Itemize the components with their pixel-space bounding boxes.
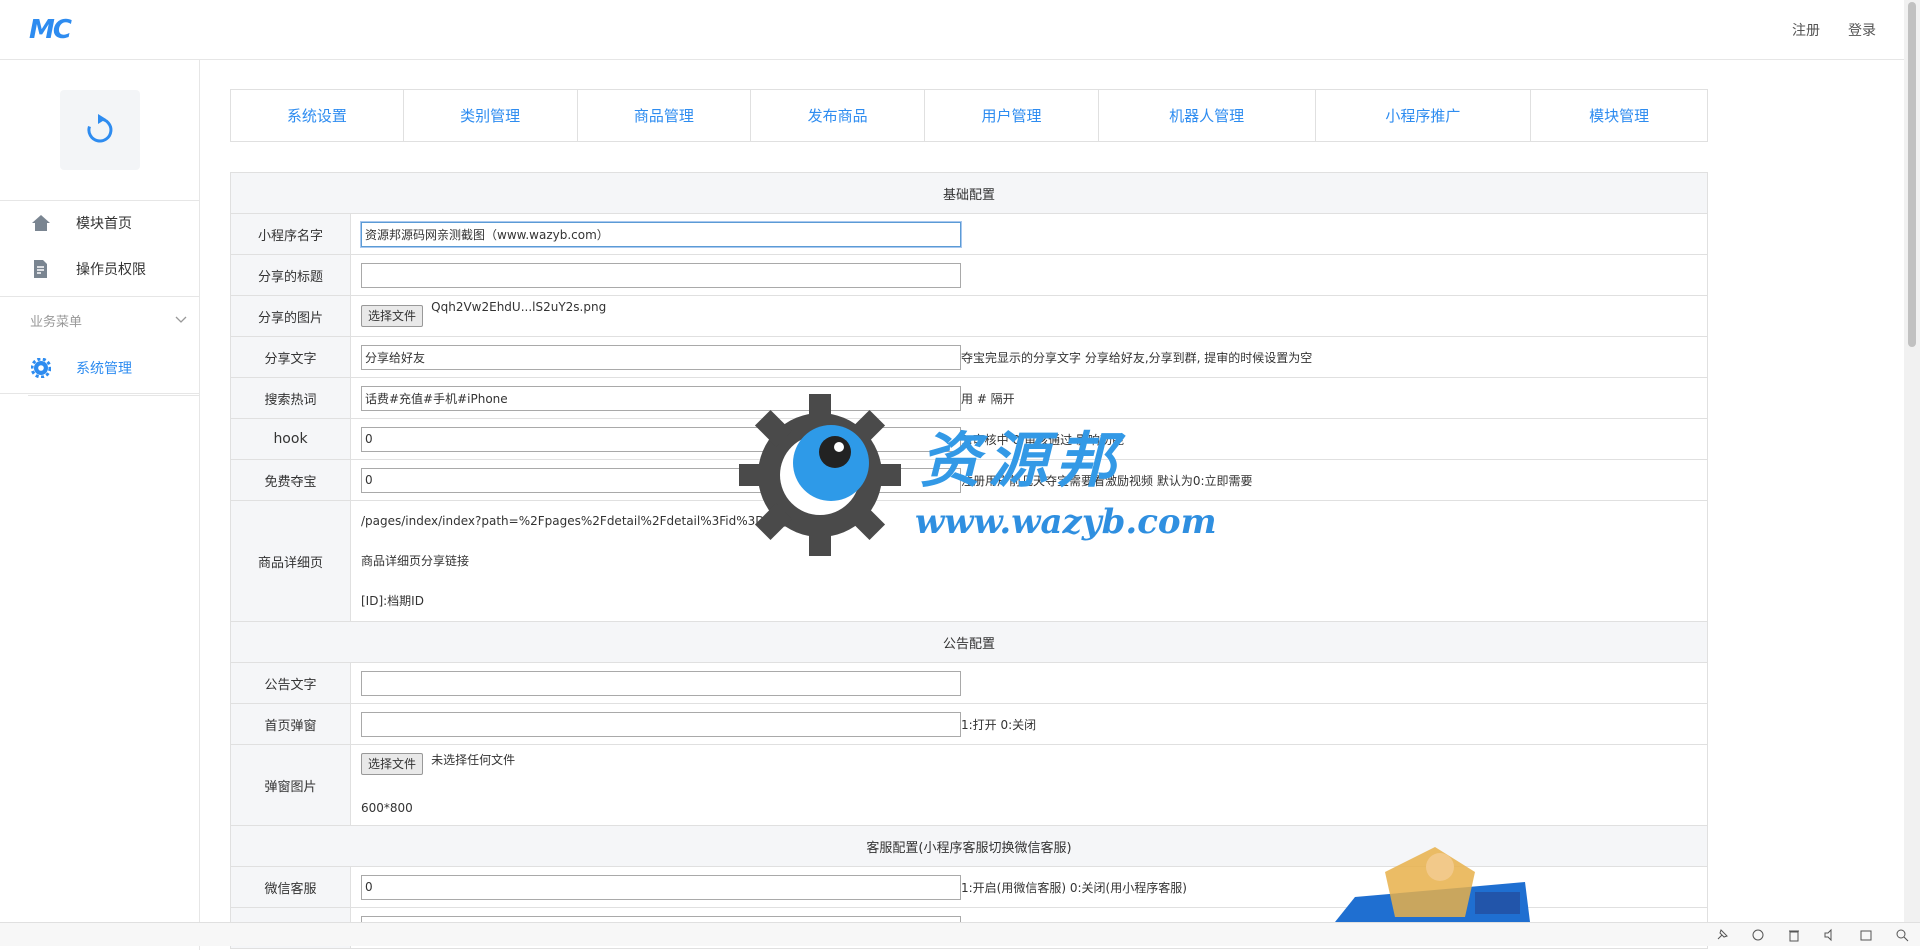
auth-links: 注册 登录 — [1792, 20, 1876, 40]
status-bar-icons — [1714, 927, 1910, 943]
free-draw-input[interactable] — [361, 467, 961, 493]
window-icon[interactable] — [1858, 927, 1874, 943]
field-label: hook — [230, 418, 351, 460]
app-name-input[interactable] — [361, 221, 961, 247]
detail-page-description: 商品详细页分享链接 — [361, 554, 470, 568]
share-image-filename: Qqh2Vw2EhdU...lS2uY2s.png — [431, 300, 607, 314]
field-label: 分享的标题 — [230, 254, 351, 296]
sidebar-divider — [0, 296, 200, 297]
tab-product-management[interactable]: 商品管理 — [578, 90, 752, 141]
gear-icon — [30, 357, 52, 379]
scrollbar-thumb[interactable] — [1908, 2, 1916, 347]
field-label: 公告文字 — [230, 662, 351, 704]
pin-icon[interactable] — [1714, 927, 1730, 943]
search-icon[interactable] — [1894, 927, 1910, 943]
tab-category-management[interactable]: 类别管理 — [404, 90, 578, 141]
popup-image-filename: 未选择任何文件 — [431, 753, 516, 767]
home-popup-hint: 1:打开 0:关闭 — [961, 717, 1037, 732]
tab-user-management[interactable]: 用户管理 — [925, 90, 1099, 141]
field-label: 分享的图片 — [230, 295, 351, 337]
sidebar-item-module-home[interactable]: 模块首页 — [0, 203, 200, 243]
wechat-service-input[interactable] — [361, 874, 961, 900]
logo-text: MC — [29, 15, 72, 45]
field-label: 商品详细页 — [230, 500, 351, 622]
sidebar-item-label: 模块首页 — [76, 216, 132, 232]
vertical-scrollbar[interactable] — [1904, 0, 1920, 922]
sidebar-item-label: 操作员权限 — [76, 262, 146, 278]
popup-image-choose-file-button[interactable]: 选择文件 — [361, 753, 424, 775]
sidebar-divider — [0, 393, 200, 394]
field-label: 首页弹窗 — [230, 703, 351, 745]
share-image-choose-file-button[interactable]: 选择文件 — [361, 305, 424, 327]
share-text-hint: 夺宝完显示的分享文字 分享给好友,分享到群, 提审的时候设置为空 — [961, 350, 1313, 365]
detail-page-id-note: [ID]:档期ID — [361, 594, 424, 608]
notice-text-input[interactable] — [361, 670, 961, 696]
watermark-url: www.wazyb.com — [915, 502, 1217, 542]
wechat-service-hint: 1:开启(用微信客服) 0:关闭(用小程序客服) — [961, 880, 1187, 895]
sidebar-group-business-menu[interactable]: 业务菜单 — [0, 300, 200, 340]
sidebar-item-system-management[interactable]: 系统管理 — [0, 348, 200, 388]
share-title-input[interactable] — [361, 262, 961, 288]
field-label: 搜索热词 — [230, 377, 351, 419]
field-label: 小程序名字 — [230, 213, 351, 255]
sidebar-item-operator-permissions[interactable]: 操作员权限 — [0, 249, 200, 289]
home-icon — [30, 212, 52, 234]
popup-image-size: 600*800 — [361, 801, 413, 815]
field-label: 免费夺宝 — [230, 459, 351, 501]
document-edit-icon — [30, 258, 52, 280]
refresh-icon — [87, 114, 113, 143]
hot-search-input[interactable] — [361, 385, 961, 411]
sidebar-item-label: 系统管理 — [76, 361, 132, 377]
hot-search-hint: 用 # 隔开 — [961, 391, 1015, 406]
hook-input[interactable] — [361, 426, 961, 452]
settings-form: 基础配置 小程序名字 分享的标题 分享的图片 选择文件 Qqh2Vw2EhdU.… — [230, 172, 1708, 949]
chevron-down-icon — [174, 312, 188, 330]
field-label: 弹窗图片 — [230, 744, 351, 826]
section-header-notice: 公告配置 — [230, 621, 1708, 663]
trash-icon[interactable] — [1786, 927, 1802, 943]
tab-module-management[interactable]: 模块管理 — [1531, 90, 1707, 141]
register-link[interactable]: 注册 — [1792, 20, 1820, 40]
refresh-small-icon[interactable] — [1750, 927, 1766, 943]
field-label: 分享文字 — [230, 336, 351, 378]
sidebar-group-label: 业务菜单 — [30, 314, 83, 330]
sidebar-divider — [0, 200, 200, 201]
watermark-title: 资源邦 — [920, 426, 1124, 496]
tab-miniprogram-promotion[interactable]: 小程序推广 — [1316, 90, 1532, 141]
tab-system-settings[interactable]: 系统设置 — [231, 90, 404, 141]
sidebar-submenu-panel — [28, 395, 200, 950]
tab-robot-management[interactable]: 机器人管理 — [1099, 90, 1316, 141]
volume-icon[interactable] — [1822, 927, 1838, 943]
sidebar: 模块首页 操作员权限 业务菜单 系统管理 — [0, 60, 200, 950]
app-logo[interactable]: MC — [29, 15, 72, 45]
login-link[interactable]: 登录 — [1848, 20, 1876, 40]
tab-publish-product[interactable]: 发布商品 — [751, 90, 926, 141]
section-header-basic: 基础配置 — [230, 172, 1708, 214]
bottom-status-bar — [0, 922, 1920, 946]
share-text-input[interactable] — [361, 344, 961, 370]
refresh-button[interactable] — [60, 90, 140, 170]
field-label: 微信客服 — [230, 866, 351, 908]
top-header: MC 注册 登录 — [0, 0, 1904, 60]
top-tabs: 系统设置 类别管理 商品管理 发布商品 用户管理 机器人管理 小程序推广 模块管… — [230, 89, 1708, 142]
home-popup-input[interactable] — [361, 711, 961, 737]
